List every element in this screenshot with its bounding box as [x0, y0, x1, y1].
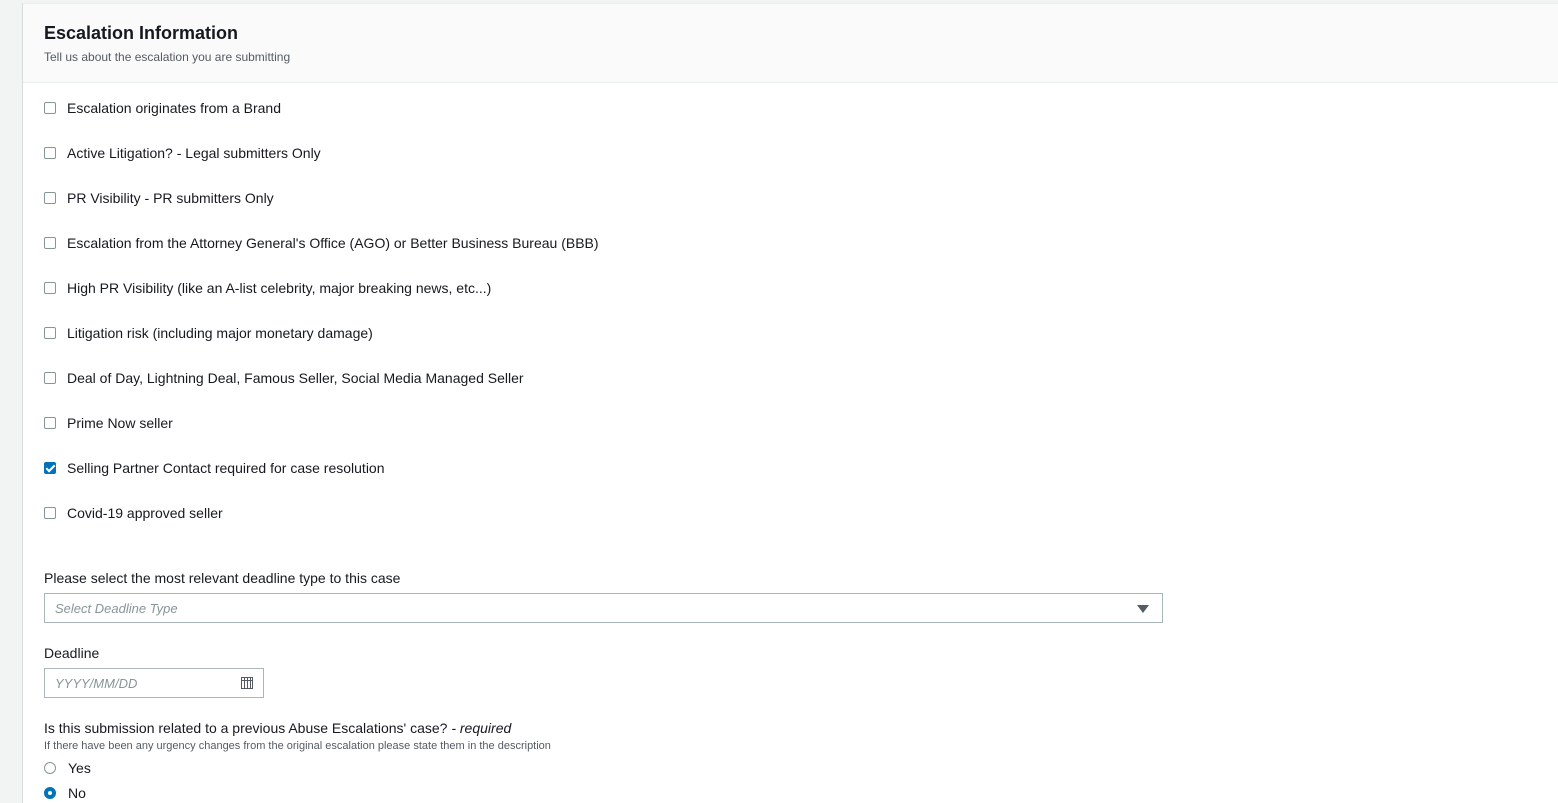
- radio-button[interactable]: [44, 762, 56, 774]
- checkbox-ago-bbb[interactable]: Escalation from the Attorney General's O…: [44, 233, 599, 253]
- checkbox-pr-visibility[interactable]: PR Visibility - PR submitters Only: [44, 188, 274, 208]
- checkbox-box[interactable]: [44, 147, 56, 159]
- panel-title: Escalation Information: [44, 23, 239, 43]
- checkbox-box[interactable]: [44, 192, 56, 204]
- checkbox-box[interactable]: [44, 372, 56, 384]
- checkbox-brand-origin[interactable]: Escalation originates from a Brand: [44, 98, 281, 118]
- radio-label: Yes: [68, 760, 91, 776]
- checkbox-label: Litigation risk (including major monetar…: [67, 325, 373, 341]
- checkbox-covid-approved[interactable]: Covid-19 approved seller: [44, 503, 223, 523]
- checkbox-prime-now-seller[interactable]: Prime Now seller: [44, 413, 173, 433]
- deadline-label: Deadline: [44, 645, 100, 661]
- checkbox-box-checked[interactable]: [44, 462, 56, 474]
- checkbox-label: Escalation originates from a Brand: [67, 100, 281, 116]
- checkbox-high-pr-visibility[interactable]: High PR Visibility (like an A-list celeb…: [44, 278, 491, 298]
- checkbox-box[interactable]: [44, 102, 56, 114]
- checkbox-box[interactable]: [44, 417, 56, 429]
- checkbox-deal-of-day[interactable]: Deal of Day, Lightning Deal, Famous Sell…: [44, 368, 524, 388]
- checkbox-label: PR Visibility - PR submitters Only: [67, 190, 274, 206]
- panel-header: Escalation Information Tell us about the…: [23, 4, 1558, 83]
- deadline-type-label: Please select the most relevant deadline…: [44, 570, 401, 586]
- radio-button-selected[interactable]: [44, 787, 56, 799]
- deadline-placeholder: YYYY/MM/DD: [55, 676, 138, 691]
- deadline-date-input[interactable]: YYYY/MM/DD: [44, 668, 264, 698]
- radio-label: No: [68, 785, 86, 801]
- checkbox-label: Covid-19 approved seller: [67, 505, 223, 521]
- deadline-type-placeholder: Select Deadline Type: [55, 601, 178, 616]
- checkbox-label: Prime Now seller: [67, 415, 173, 431]
- checkbox-label: Deal of Day, Lightning Deal, Famous Sell…: [67, 370, 524, 386]
- left-gutter: [0, 0, 22, 803]
- checkbox-box[interactable]: [44, 327, 56, 339]
- required-indicator: - required: [451, 720, 512, 736]
- calendar-icon[interactable]: [241, 677, 253, 689]
- caret-down-icon[interactable]: [1137, 605, 1149, 613]
- checkbox-box[interactable]: [44, 237, 56, 249]
- previous-case-hint: If there have been any urgency changes f…: [44, 740, 551, 752]
- checkbox-label: High PR Visibility (like an A-list celeb…: [67, 280, 492, 296]
- checkbox-label: Escalation from the Attorney General's O…: [67, 235, 599, 251]
- checkbox-box[interactable]: [44, 282, 56, 294]
- checkbox-active-litigation[interactable]: Active Litigation? - Legal submitters On…: [44, 143, 321, 163]
- checkbox-box[interactable]: [44, 507, 56, 519]
- checkbox-litigation-risk[interactable]: Litigation risk (including major monetar…: [44, 323, 373, 343]
- radio-option-no[interactable]: No: [44, 783, 86, 803]
- escalation-information-panel: Escalation Information Tell us about the…: [22, 3, 1558, 803]
- radio-option-yes[interactable]: Yes: [44, 758, 91, 778]
- deadline-type-select[interactable]: Select Deadline Type: [44, 593, 1163, 623]
- previous-case-question-text: Is this submission related to a previous…: [44, 720, 448, 736]
- checkbox-label: Selling Partner Contact required for cas…: [67, 460, 385, 476]
- checkbox-selling-partner-contact[interactable]: Selling Partner Contact required for cas…: [44, 458, 385, 478]
- checkbox-label: Active Litigation? - Legal submitters On…: [67, 145, 321, 161]
- previous-case-question: Is this submission related to a previous…: [44, 720, 511, 736]
- panel-description: Tell us about the escalation you are sub…: [44, 50, 291, 64]
